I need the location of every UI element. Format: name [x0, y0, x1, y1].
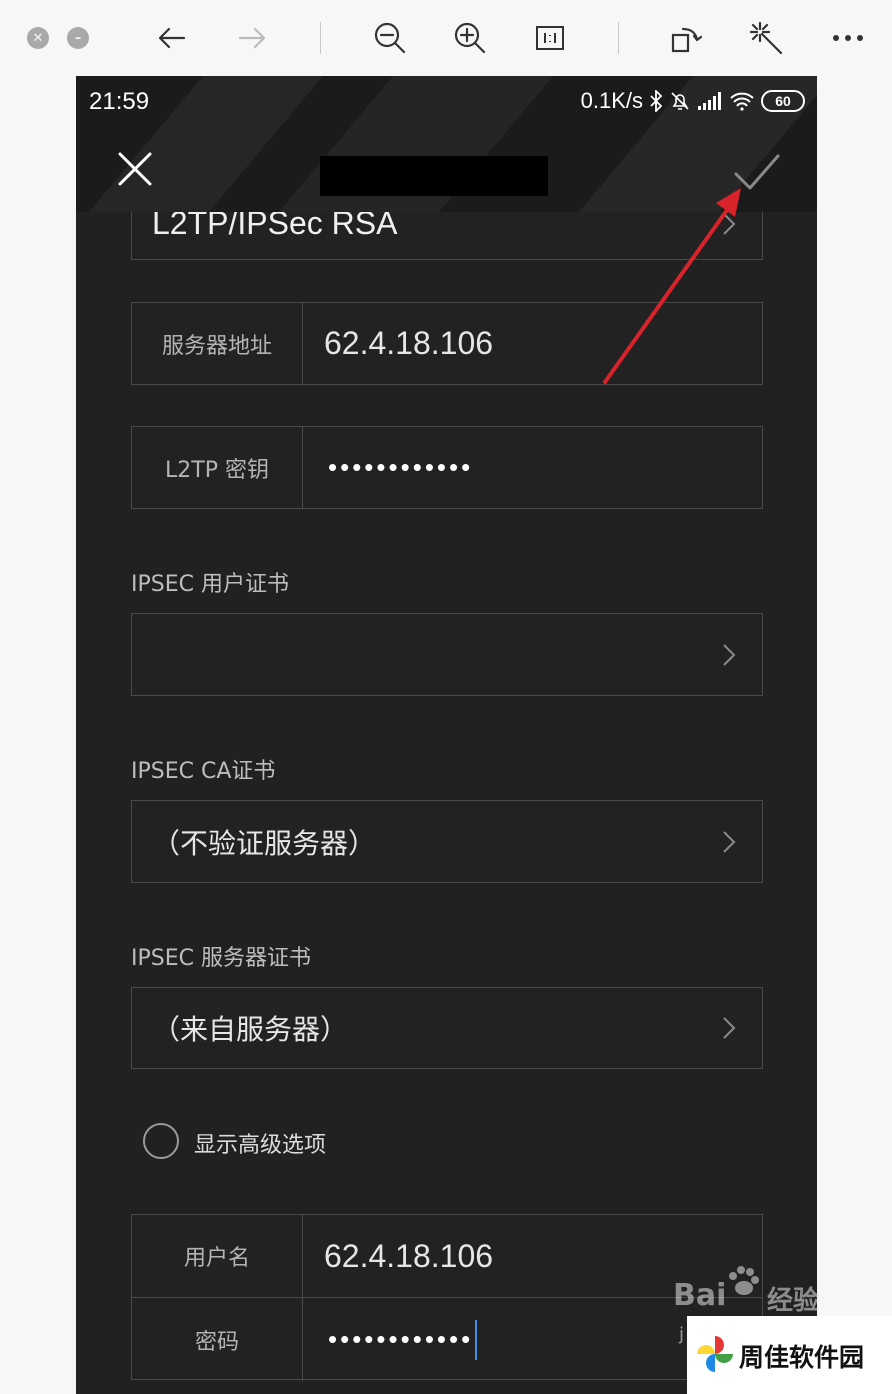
forward-arrow-icon — [238, 27, 266, 49]
ipsec-user-cert-select[interactable] — [131, 613, 763, 696]
image-viewer-toolbar: ✕ – — [0, 0, 892, 76]
rotate-icon — [671, 27, 703, 53]
show-advanced-label: 显示高级选项 — [194, 1133, 327, 1158]
username-input[interactable]: 62.4.18.106 — [324, 1215, 493, 1297]
l2tp-key-input[interactable]: •••••••••••• — [328, 427, 473, 508]
actual-size-button[interactable] — [530, 18, 570, 58]
forward-button[interactable] — [232, 18, 272, 58]
wifi-icon — [730, 92, 754, 111]
close-window-icon[interactable]: ✕ — [27, 27, 49, 49]
paw-logo — [725, 1264, 761, 1300]
title-redaction — [320, 156, 548, 196]
battery-icon: 60 — [761, 90, 805, 112]
chevron-right-icon — [723, 213, 736, 235]
password-row[interactable]: 密码 •••••••••••• — [132, 1298, 762, 1381]
zoom-in-button[interactable] — [450, 18, 490, 58]
server-address-input[interactable]: 62.4.18.106 — [324, 303, 493, 384]
password-label: 密码 — [132, 1298, 303, 1381]
credentials-group: 用户名 62.4.18.106 密码 •••••••••••• — [131, 1214, 763, 1381]
ipsec-ca-cert-label: IPSEC CA证书 — [131, 759, 276, 784]
phone-screen: L2TP/IPSec RSA 服务器地址 62.4.18.106 L2TP 密钥… — [76, 76, 817, 1394]
bluetooth-icon — [650, 90, 663, 112]
status-time: 21:59 — [89, 88, 150, 115]
toolbar-divider — [618, 22, 619, 54]
watermark: Bai 经验 j 周佳软件园 — [673, 1266, 892, 1394]
status-icons: 0.1K/s 60 — [581, 88, 805, 114]
ipsec-server-cert-select[interactable]: （来自服务器） — [131, 987, 763, 1069]
server-address-label: 服务器地址 — [132, 303, 303, 384]
brand-badge: 周佳软件园 — [687, 1316, 892, 1394]
zoom-in-icon — [454, 22, 486, 54]
ipsec-ca-cert-value: （不验证服务器） — [152, 826, 377, 860]
net-speed: 0.1K/s — [580, 88, 643, 113]
l2tp-key-label: L2TP 密钥 — [132, 427, 303, 508]
battery-level: 60 — [775, 93, 791, 109]
ipsec-server-cert-label: IPSEC 服务器证书 — [131, 946, 311, 971]
signal-icon — [698, 92, 721, 110]
more-button[interactable] — [828, 18, 868, 58]
toolbar-divider — [320, 22, 321, 54]
chevron-right-icon — [723, 1017, 736, 1039]
server-address-field[interactable]: 服务器地址 62.4.18.106 — [131, 302, 763, 385]
magic-wand-icon — [749, 21, 783, 55]
pinwheel-logo-icon — [697, 1336, 733, 1372]
jingyan-watermark: 经验 — [767, 1286, 820, 1316]
chevron-right-icon — [723, 830, 736, 853]
brand-text: 周佳软件园 — [739, 1343, 865, 1372]
back-arrow-icon — [158, 27, 186, 49]
ipsec-user-cert-label: IPSEC 用户证书 — [131, 572, 289, 597]
back-button[interactable] — [152, 18, 192, 58]
more-icon — [833, 35, 863, 41]
rotate-button[interactable] — [666, 18, 706, 58]
ipsec-server-cert-value: （来自服务器） — [152, 1013, 349, 1046]
baidu-watermark: Bai — [673, 1278, 727, 1313]
ipsec-ca-cert-select[interactable]: （不验证服务器） — [131, 800, 763, 883]
password-dots: •••••••••••• — [328, 1324, 474, 1354]
url-fragment: j — [679, 1324, 685, 1345]
username-label: 用户名 — [132, 1215, 303, 1297]
l2tp-key-field[interactable]: L2TP 密钥 •••••••••••• — [131, 426, 763, 509]
password-input[interactable]: •••••••••••• — [328, 1298, 478, 1381]
show-advanced-radio[interactable] — [143, 1123, 179, 1159]
close-icon[interactable] — [112, 146, 158, 192]
zoom-out-icon — [374, 22, 406, 54]
magic-wand-button[interactable] — [746, 18, 786, 58]
actual-size-icon — [536, 26, 564, 50]
minimize-window-icon[interactable]: – — [67, 27, 89, 49]
alarm-off-icon — [671, 92, 689, 110]
zoom-out-button[interactable] — [370, 18, 410, 58]
text-cursor — [475, 1319, 478, 1360]
username-row[interactable]: 用户名 62.4.18.106 — [132, 1215, 762, 1298]
checkmark-icon[interactable] — [732, 150, 782, 194]
chevron-right-icon — [723, 643, 736, 666]
